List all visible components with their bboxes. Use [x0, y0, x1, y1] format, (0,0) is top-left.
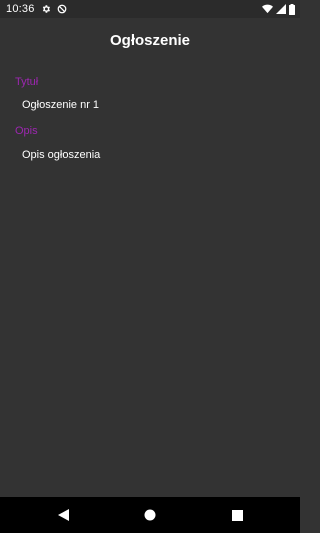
title-field-value: Ogłoszenie nr 1 — [22, 99, 100, 111]
no-sync-icon — [57, 4, 67, 14]
wifi-icon — [262, 4, 273, 14]
home-icon — [144, 509, 156, 521]
app-toolbar: Ogłoszenie — [0, 18, 300, 62]
description-field-value: Opis ogłoszenia — [22, 149, 101, 161]
signal-icon — [276, 4, 286, 14]
battery-icon — [289, 3, 295, 15]
gear-icon — [41, 4, 51, 14]
status-bar: 10:36 — [0, 0, 300, 18]
page-title: Ogłoszenie — [109, 31, 191, 49]
recents-button[interactable] — [217, 497, 257, 533]
status-left: 10:36 — [6, 3, 67, 15]
navigation-bar — [0, 497, 300, 533]
description-field-label: Opis — [15, 125, 38, 137]
status-right — [262, 3, 295, 15]
back-button[interactable] — [43, 497, 83, 533]
back-icon — [57, 509, 69, 521]
status-time: 10:36 — [6, 3, 35, 15]
title-field-label: Tytuł — [15, 76, 39, 88]
home-button[interactable] — [130, 497, 170, 533]
recents-icon — [231, 509, 243, 521]
